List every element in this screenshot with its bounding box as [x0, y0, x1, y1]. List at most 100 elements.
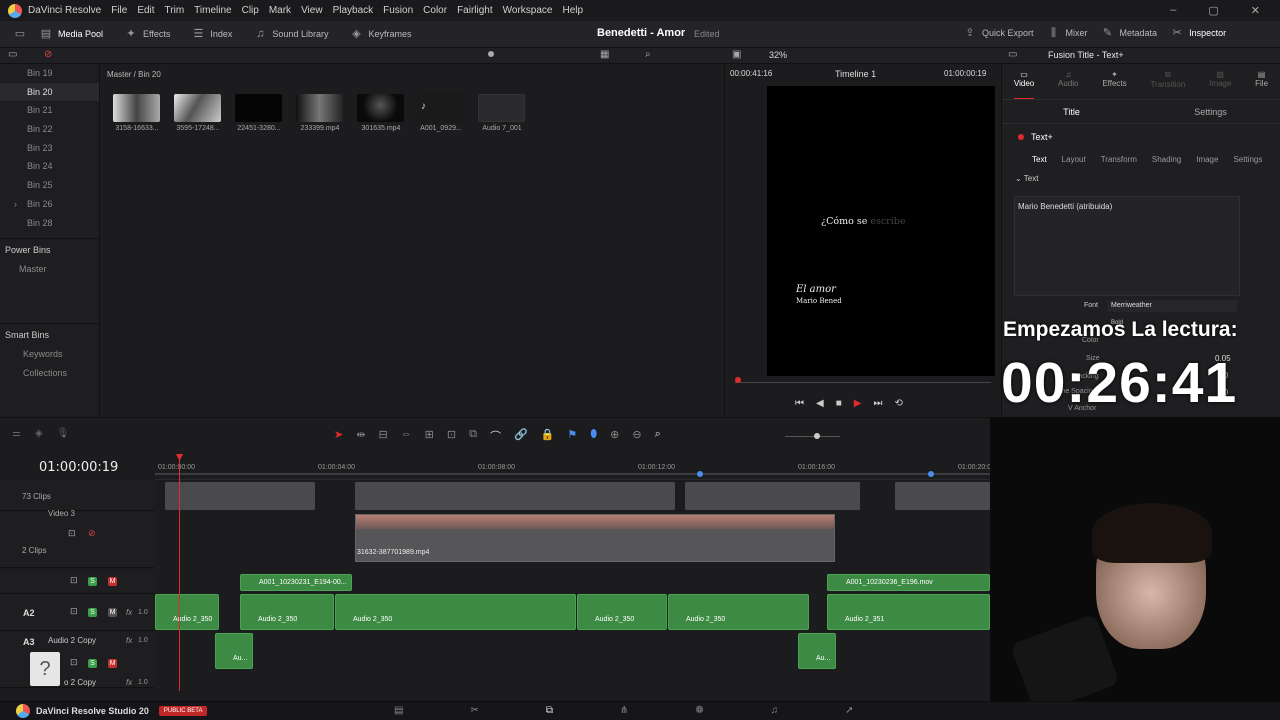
- minimize-icon[interactable]: –: [1170, 4, 1176, 17]
- sound-library-button[interactable]: ♫ Sound Library: [254, 28, 328, 40]
- enable-dot-icon[interactable]: [1018, 134, 1024, 140]
- menu-mark[interactable]: Mark: [269, 5, 291, 16]
- help-icon[interactable]: ?: [30, 652, 60, 686]
- zoom-detail-icon[interactable]: ⊕: [610, 428, 619, 444]
- marker-color-icon[interactable]: ⬮: [590, 428, 597, 444]
- zoom-slider[interactable]: [785, 436, 840, 437]
- tab-text-settings[interactable]: Settings: [1233, 155, 1262, 164]
- edit-page-icon[interactable]: ⧉: [546, 705, 553, 716]
- bin-item[interactable]: Bin 21: [0, 101, 99, 120]
- track-header-v3[interactable]: Video 3 ⊡ ⊘ 2 Clips: [0, 509, 154, 568]
- maximize-icon[interactable]: ▢: [1208, 4, 1218, 17]
- menu-trim[interactable]: Trim: [165, 5, 185, 16]
- menu-fusion[interactable]: Fusion: [383, 5, 413, 16]
- tab-effects[interactable]: ✦ Effects: [1102, 70, 1126, 99]
- overwrite-clip-icon[interactable]: ⊡: [447, 428, 456, 444]
- media-pool-button[interactable]: ▤ Media Pool: [40, 28, 103, 40]
- play-icon[interactable]: ▶: [854, 398, 862, 409]
- monitor-icon[interactable]: ⊡: [70, 606, 78, 617]
- audio-clip-header[interactable]: A001_10230236_E196.mov: [827, 574, 990, 591]
- tab-transition[interactable]: ⧉ Transition: [1150, 70, 1185, 99]
- tab-image[interactable]: ▨ Image: [1209, 70, 1231, 99]
- menu-timeline[interactable]: Timeline: [194, 5, 231, 16]
- marker[interactable]: [928, 471, 934, 477]
- bin-item-selected[interactable]: Bin 20: [0, 82, 99, 102]
- title-clip[interactable]: [165, 482, 315, 510]
- bin-item[interactable]: Bin 25: [0, 176, 99, 195]
- title-clip[interactable]: [355, 482, 675, 510]
- tab-layout[interactable]: Layout: [1062, 155, 1086, 164]
- marker-icon[interactable]: ◈: [35, 428, 43, 439]
- replace-clip-icon[interactable]: ⧉: [469, 428, 477, 444]
- audio-clip[interactable]: Audio 2_350: [577, 594, 667, 630]
- mute-button[interactable]: M: [108, 608, 117, 617]
- mute-button[interactable]: M: [108, 577, 117, 586]
- audio-clip[interactable]: Audio 2_351: [827, 594, 990, 630]
- menu-edit[interactable]: Edit: [137, 5, 154, 16]
- bin-item[interactable]: Bin 28: [0, 214, 99, 233]
- text-section-header[interactable]: ⌄ Text: [1002, 168, 1280, 183]
- marker[interactable]: [697, 471, 703, 477]
- cut-page-icon[interactable]: ✂: [470, 705, 478, 716]
- bin-item[interactable]: Bin 22: [0, 120, 99, 139]
- sidebar-icon[interactable]: ▭: [8, 49, 17, 60]
- microphone-icon[interactable]: 🎙: [57, 428, 70, 439]
- flag-icon[interactable]: ⚑: [567, 428, 577, 444]
- index-button[interactable]: ☰ Index: [192, 28, 232, 40]
- subtab-title[interactable]: Title: [1002, 107, 1141, 117]
- keyframes-button[interactable]: ◈ Keyframes: [350, 28, 411, 40]
- media-page-icon[interactable]: ▤: [394, 705, 403, 716]
- step-back-icon[interactable]: ◀: [816, 398, 824, 409]
- insert-clip-icon[interactable]: ⊞: [425, 428, 434, 444]
- audio-clip[interactable]: Audio 2_350: [335, 594, 576, 630]
- solo-button[interactable]: S: [88, 577, 97, 586]
- quick-export-button[interactable]: ⇪ Quick Export: [964, 27, 1033, 39]
- snapping-icon[interactable]: ⌒: [490, 428, 501, 444]
- title-clip[interactable]: [685, 482, 860, 510]
- monitor-icon[interactable]: ⊡: [68, 528, 76, 539]
- tab-image[interactable]: Image: [1196, 155, 1218, 164]
- close-icon[interactable]: ✕: [1251, 4, 1260, 17]
- smart-bin-keywords[interactable]: Keywords: [0, 345, 99, 364]
- clip-thumbnail[interactable]: [357, 94, 404, 122]
- subtab-settings[interactable]: Settings: [1141, 107, 1280, 117]
- stop-icon[interactable]: ■: [836, 398, 842, 409]
- lock-icon[interactable]: 🔒: [541, 428, 555, 444]
- track-header-a2[interactable]: A2 ⊡ S M fx 1.0: [0, 594, 154, 631]
- monitor-icon[interactable]: ⊡: [70, 575, 78, 586]
- effects-button[interactable]: ✦ Effects: [125, 28, 170, 40]
- jump-start-icon[interactable]: ⏮: [795, 398, 804, 409]
- smart-bin-collections[interactable]: Collections: [0, 364, 99, 383]
- timeline-timecode[interactable]: 01:00:00:19: [39, 460, 118, 475]
- menu-color[interactable]: Color: [423, 5, 447, 16]
- loop-icon[interactable]: ⟲: [894, 398, 902, 409]
- clip-thumbnail[interactable]: [174, 94, 221, 122]
- timeline-view-icon[interactable]: ⚌: [12, 428, 21, 439]
- trim-tool-icon[interactable]: ⇹: [356, 428, 365, 444]
- text-input-area[interactable]: Mario Benedetti (atribuida): [1014, 196, 1240, 296]
- tab-shading[interactable]: Shading: [1152, 155, 1181, 164]
- fusion-page-icon[interactable]: ⋔: [620, 705, 628, 716]
- bin-item[interactable]: Bin 24: [0, 157, 99, 176]
- jump-end-icon[interactable]: ⏭: [873, 398, 882, 409]
- video-clip[interactable]: 31632-387701989.mp4: [355, 514, 835, 562]
- track-header-a3[interactable]: A3 Audio 2 Copy fx 1.0 ⊡ S M o 2 Copy fx…: [0, 632, 154, 688]
- zoom-slider-handle[interactable]: [814, 433, 820, 439]
- mute-button[interactable]: M: [108, 659, 117, 668]
- color-page-icon[interactable]: ❁: [695, 705, 703, 716]
- audio-clip[interactable]: Au...: [215, 633, 253, 669]
- metadata-button[interactable]: ✎ Metadata: [1102, 27, 1157, 39]
- thumb-size-slider[interactable]: [488, 51, 494, 57]
- audio-clip[interactable]: Audio 2_350: [668, 594, 809, 630]
- menu-playback[interactable]: Playback: [333, 5, 374, 16]
- viewer-canvas[interactable]: ¿Cómo se escribe El amor Mario Bened: [767, 86, 995, 376]
- track-header-v4[interactable]: 73 Clips: [0, 480, 154, 511]
- audio-clip[interactable]: Audio 2_350: [155, 594, 219, 630]
- audio-clip-thumbnail[interactable]: [478, 94, 525, 122]
- menu-view[interactable]: View: [301, 5, 323, 16]
- menu-workspace[interactable]: Workspace: [503, 5, 553, 16]
- viewer-playhead[interactable]: [735, 377, 741, 383]
- timeline-ruler[interactable]: 01:00:00:00 01:00:04:00 01:00:08:00 01:0…: [155, 456, 995, 480]
- mixer-button[interactable]: ⫼ Mixer: [1048, 27, 1088, 39]
- bin-item[interactable]: Bin 23: [0, 139, 99, 158]
